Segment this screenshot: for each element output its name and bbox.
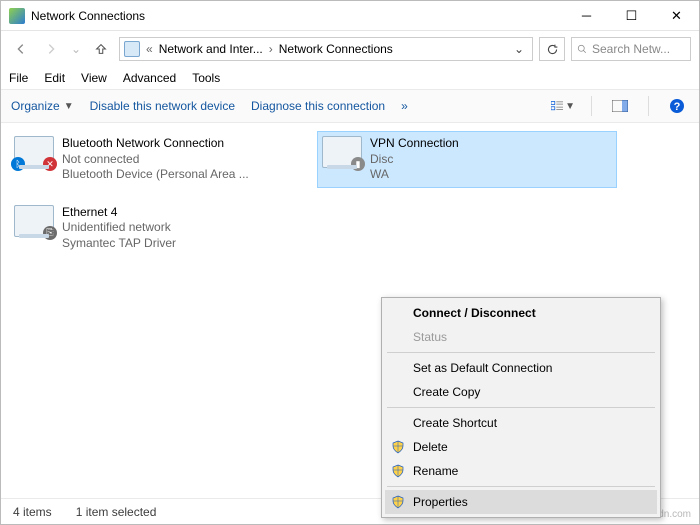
connection-name: VPN Connection	[370, 136, 459, 152]
more-commands-button[interactable]: »	[401, 99, 408, 113]
network-adapter-icon: ⎘	[14, 205, 54, 237]
breadcrumb-level-2[interactable]: Network Connections	[279, 42, 393, 56]
title-bar: Network Connections ─ ☐ ✕	[1, 1, 699, 31]
ctx-properties[interactable]: Properties	[385, 490, 657, 514]
preview-pane-button[interactable]	[608, 94, 632, 118]
recent-dropdown[interactable]: ⌄	[69, 37, 83, 61]
disable-device-button[interactable]: Disable this network device	[90, 99, 235, 113]
up-button[interactable]	[89, 37, 113, 61]
menu-file[interactable]: File	[9, 71, 28, 85]
network-adapter-icon: ▮	[322, 136, 362, 168]
ctx-connect-disconnect[interactable]: Connect / Disconnect	[385, 301, 657, 325]
diagnose-button[interactable]: Diagnose this connection	[251, 99, 385, 113]
search-icon	[576, 43, 588, 55]
refresh-button[interactable]	[539, 37, 565, 61]
ctx-status: Status	[385, 325, 657, 349]
menu-tools[interactable]: Tools	[192, 71, 220, 85]
svg-text:?: ?	[674, 101, 681, 113]
ethernet-badge-icon: ⎘	[43, 226, 57, 240]
connection-status: Not connected	[62, 152, 249, 168]
search-box[interactable]: Search Netw...	[571, 37, 691, 61]
connection-device: Symantec TAP Driver	[62, 236, 176, 252]
network-adapter-icon: ✕ ᛒ	[14, 136, 54, 168]
close-button[interactable]: ✕	[654, 1, 699, 31]
chevron-down-icon: ▼	[64, 101, 74, 112]
connection-name: Ethernet 4	[62, 205, 176, 221]
connection-device: WA	[370, 167, 459, 183]
address-bar[interactable]: « Network and Inter... › Network Connect…	[119, 37, 533, 61]
menu-view[interactable]: View	[81, 71, 107, 85]
shield-icon	[391, 440, 405, 454]
selection-count: 1 item selected	[76, 505, 157, 519]
view-layout-button[interactable]: ▼	[551, 94, 575, 118]
connection-item-ethernet[interactable]: ⎘ Ethernet 4 Unidentified network Symant…	[9, 200, 309, 257]
ctx-create-shortcut[interactable]: Create Shortcut	[385, 411, 657, 435]
chevron-right-icon: ›	[267, 42, 275, 56]
context-menu: Connect / Disconnect Status Set as Defau…	[381, 297, 661, 518]
address-row: ⌄ « Network and Inter... › Network Conne…	[1, 31, 699, 67]
shield-icon	[391, 464, 405, 478]
back-button[interactable]	[9, 37, 33, 61]
breadcrumb-prefix: «	[144, 42, 155, 56]
forward-button[interactable]	[39, 37, 63, 61]
connection-device: Bluetooth Device (Personal Area ...	[62, 167, 249, 183]
vpn-badge-icon: ▮	[351, 157, 365, 171]
location-icon	[124, 41, 140, 57]
menu-bar: File Edit View Advanced Tools	[1, 67, 699, 89]
bluetooth-badge-icon: ᛒ	[11, 157, 25, 171]
app-icon	[9, 8, 25, 24]
content-area: ✕ ᛒ Bluetooth Network Connection Not con…	[1, 123, 699, 500]
disconnected-badge-icon: ✕	[43, 157, 57, 171]
ctx-rename[interactable]: Rename	[385, 459, 657, 483]
window-title: Network Connections	[31, 9, 145, 23]
search-placeholder: Search Netw...	[592, 42, 670, 56]
item-count: 4 items	[13, 505, 52, 519]
breadcrumb-level-1[interactable]: Network and Inter...	[159, 42, 263, 56]
connection-status: Unidentified network	[62, 220, 176, 236]
menu-edit[interactable]: Edit	[44, 71, 65, 85]
ctx-delete[interactable]: Delete	[385, 435, 657, 459]
address-dropdown[interactable]: ⌄	[510, 42, 528, 56]
minimize-button[interactable]: ─	[564, 1, 609, 31]
maximize-button[interactable]: ☐	[609, 1, 654, 31]
command-bar: Organize▼ Disable this network device Di…	[1, 89, 699, 123]
menu-advanced[interactable]: Advanced	[123, 71, 176, 85]
help-button[interactable]: ?	[665, 94, 689, 118]
connection-name: Bluetooth Network Connection	[62, 136, 249, 152]
connection-item-bluetooth[interactable]: ✕ ᛒ Bluetooth Network Connection Not con…	[9, 131, 309, 188]
connection-status: Disc	[370, 152, 459, 168]
connection-item-vpn[interactable]: ▮ VPN Connection Disc WA	[317, 131, 617, 188]
organize-button[interactable]: Organize▼	[11, 99, 74, 113]
shield-icon	[391, 495, 405, 509]
ctx-set-default[interactable]: Set as Default Connection	[385, 356, 657, 380]
ctx-create-copy[interactable]: Create Copy	[385, 380, 657, 404]
